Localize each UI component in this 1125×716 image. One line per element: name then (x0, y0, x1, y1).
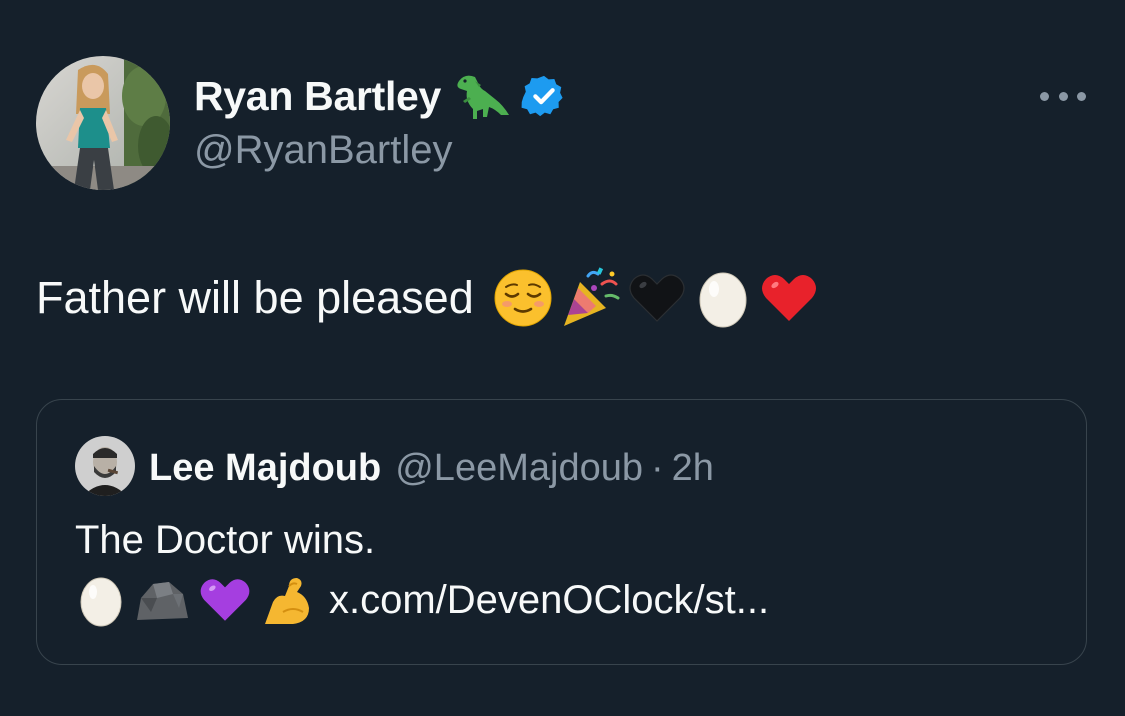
author-name-row: Ryan Bartley (194, 70, 567, 122)
black-heart-icon (626, 267, 688, 329)
quoted-header: Lee Majdoub @LeeMajdoub · 2h (149, 444, 714, 492)
egg-icon (692, 267, 754, 329)
tweet-card: Ryan Bartley @RyanBartley Father will be… (0, 0, 1125, 716)
quoted-display-name[interactable]: Lee Majdoub (149, 447, 381, 490)
quoted-link[interactable]: x.com/DevenOClock/st... (329, 578, 769, 623)
tweet-text-row: Father will be pleased (36, 266, 820, 330)
more-dot (1040, 91, 1049, 101)
author-display-name[interactable]: Ryan Bartley (194, 73, 441, 120)
quoted-handle[interactable]: @LeeMajdoub (395, 447, 643, 490)
more-dot (1058, 91, 1068, 101)
author-avatar[interactable] (36, 56, 170, 190)
quoted-separator: · (650, 446, 664, 489)
quoted-timestamp[interactable]: 2h (672, 447, 714, 490)
quoted-author-avatar[interactable] (75, 436, 135, 496)
rock-icon (133, 572, 191, 628)
purple-heart-icon (197, 572, 253, 628)
quoted-emoji-link-row: x.com/DevenOClock/st... (75, 570, 769, 630)
more-dot (1077, 91, 1086, 101)
verified-badge-icon (521, 73, 567, 119)
relieved-face-icon (492, 267, 554, 329)
flexed-biceps-icon (259, 572, 315, 628)
more-dots-icon[interactable] (1040, 84, 1086, 108)
egg-icon (75, 572, 127, 628)
t-rex-icon (451, 71, 511, 121)
party-popper-icon (558, 266, 622, 330)
author-handle[interactable]: @RyanBartley (194, 128, 452, 173)
quoted-tweet[interactable]: Lee Majdoub @LeeMajdoub · 2h The Doctor … (36, 399, 1087, 665)
quoted-text: The Doctor wins. (75, 518, 376, 562)
tweet-text: Father will be pleased (36, 272, 474, 323)
red-heart-icon (758, 267, 820, 329)
